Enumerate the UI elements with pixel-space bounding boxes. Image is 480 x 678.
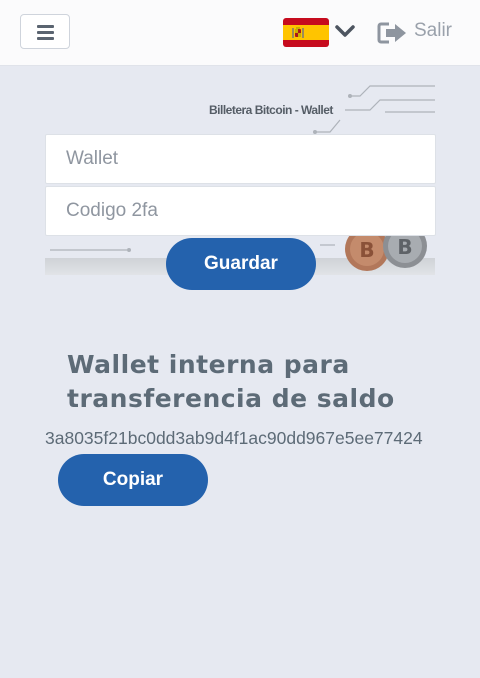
banner-title: Billetera Bitcoin - Wallet bbox=[209, 103, 333, 117]
internal-wallet-address: 3a8035f21bc0dd3ab9d4f1ac90dd967e5ee77424 bbox=[45, 428, 423, 448]
top-navbar: Salir bbox=[0, 0, 480, 66]
sign-out-icon[interactable] bbox=[377, 20, 409, 46]
logout-link[interactable]: Salir bbox=[414, 20, 452, 42]
internal-wallet-heading: Wallet interna para transferencia de sal… bbox=[67, 350, 395, 413]
save-button[interactable]: Guardar bbox=[166, 238, 316, 290]
spain-flag-icon[interactable] bbox=[283, 18, 329, 47]
chevron-down-icon[interactable] bbox=[334, 20, 356, 42]
svg-text:B: B bbox=[397, 235, 412, 259]
menu-toggle-button[interactable] bbox=[20, 14, 70, 49]
svg-text:B: B bbox=[359, 238, 374, 262]
two-factor-code-input[interactable] bbox=[45, 186, 436, 236]
copy-button[interactable]: Copiar bbox=[58, 454, 208, 506]
wallet-input[interactable] bbox=[45, 134, 436, 184]
